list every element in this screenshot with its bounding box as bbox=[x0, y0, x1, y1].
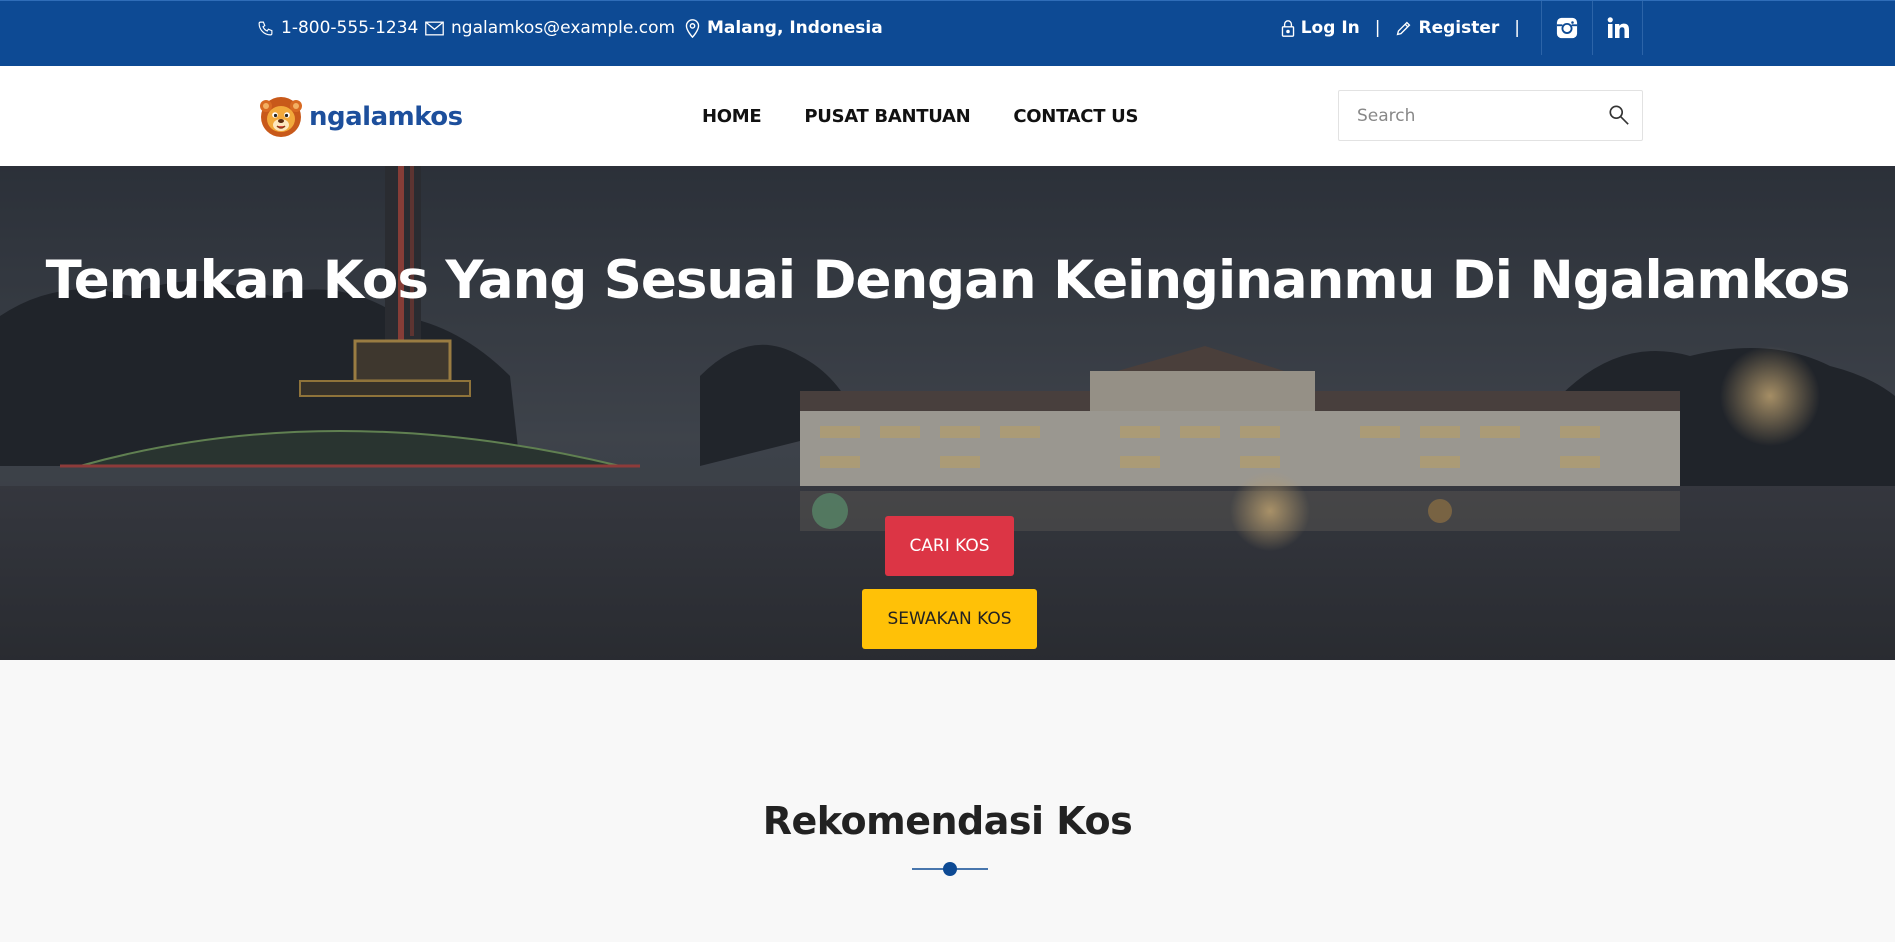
pencil-icon bbox=[1397, 21, 1411, 35]
nav-pusat-bantuan[interactable]: PUSAT BANTUAN bbox=[804, 106, 970, 127]
separator: | bbox=[1514, 18, 1520, 38]
search-box bbox=[1338, 90, 1643, 141]
section-divider bbox=[912, 862, 988, 876]
top-bar: 1-800-555-1234 ngalamkos@example.com Mal… bbox=[0, 0, 1895, 66]
phone-icon bbox=[258, 21, 273, 35]
logo-text: ngalamkos bbox=[309, 102, 463, 132]
social-links bbox=[1541, 1, 1643, 55]
register-label: Register bbox=[1418, 18, 1500, 38]
site-logo[interactable]: ngalamkos bbox=[258, 96, 463, 138]
hero-title: Temukan Kos Yang Sesuai Dengan Keinginan… bbox=[45, 250, 1851, 311]
hero-banner: Temukan Kos Yang Sesuai Dengan Keinginan… bbox=[0, 166, 1895, 660]
instagram-link[interactable] bbox=[1541, 1, 1592, 55]
hero-overlay bbox=[0, 166, 1895, 660]
phone-number: 1-800-555-1234 bbox=[281, 18, 419, 38]
main-menu: HOME PUSAT BANTUAN CONTACT US bbox=[702, 66, 1138, 166]
lion-mascot-icon bbox=[260, 97, 302, 137]
nav-contact-us[interactable]: CONTACT US bbox=[1013, 106, 1138, 127]
map-pin-icon bbox=[685, 18, 700, 38]
email-address: ngalamkos@example.com bbox=[451, 18, 676, 38]
contact-phone[interactable]: 1-800-555-1234 bbox=[257, 1, 418, 55]
login-label: Log In bbox=[1300, 18, 1360, 38]
register-link[interactable]: Register bbox=[1395, 18, 1499, 38]
envelope-icon bbox=[425, 21, 444, 35]
contact-location: Malang, Indonesia bbox=[685, 1, 883, 55]
linkedin-link[interactable] bbox=[1592, 1, 1643, 55]
search-button[interactable] bbox=[1608, 104, 1632, 128]
contact-email[interactable]: ngalamkos@example.com bbox=[425, 1, 675, 55]
separator: | bbox=[1374, 18, 1381, 38]
section-title: Rekomendasi Kos bbox=[762, 799, 1133, 843]
sewakan-kos-button[interactable]: SEWAKAN KOS bbox=[862, 589, 1037, 649]
login-link[interactable]: Log In bbox=[1281, 18, 1360, 38]
search-icon bbox=[1609, 105, 1629, 125]
main-navbar: ngalamkos HOME PUSAT BANTUAN CONTACT US bbox=[0, 66, 1895, 166]
location-text: Malang, Indonesia bbox=[707, 18, 883, 38]
search-input[interactable] bbox=[1339, 91, 1599, 140]
linkedin-icon bbox=[1607, 17, 1629, 38]
lock-icon bbox=[1281, 19, 1294, 37]
instagram-icon bbox=[1556, 17, 1578, 39]
nav-home[interactable]: HOME bbox=[702, 106, 762, 127]
cari-kos-button[interactable]: CARI KOS bbox=[885, 516, 1014, 576]
